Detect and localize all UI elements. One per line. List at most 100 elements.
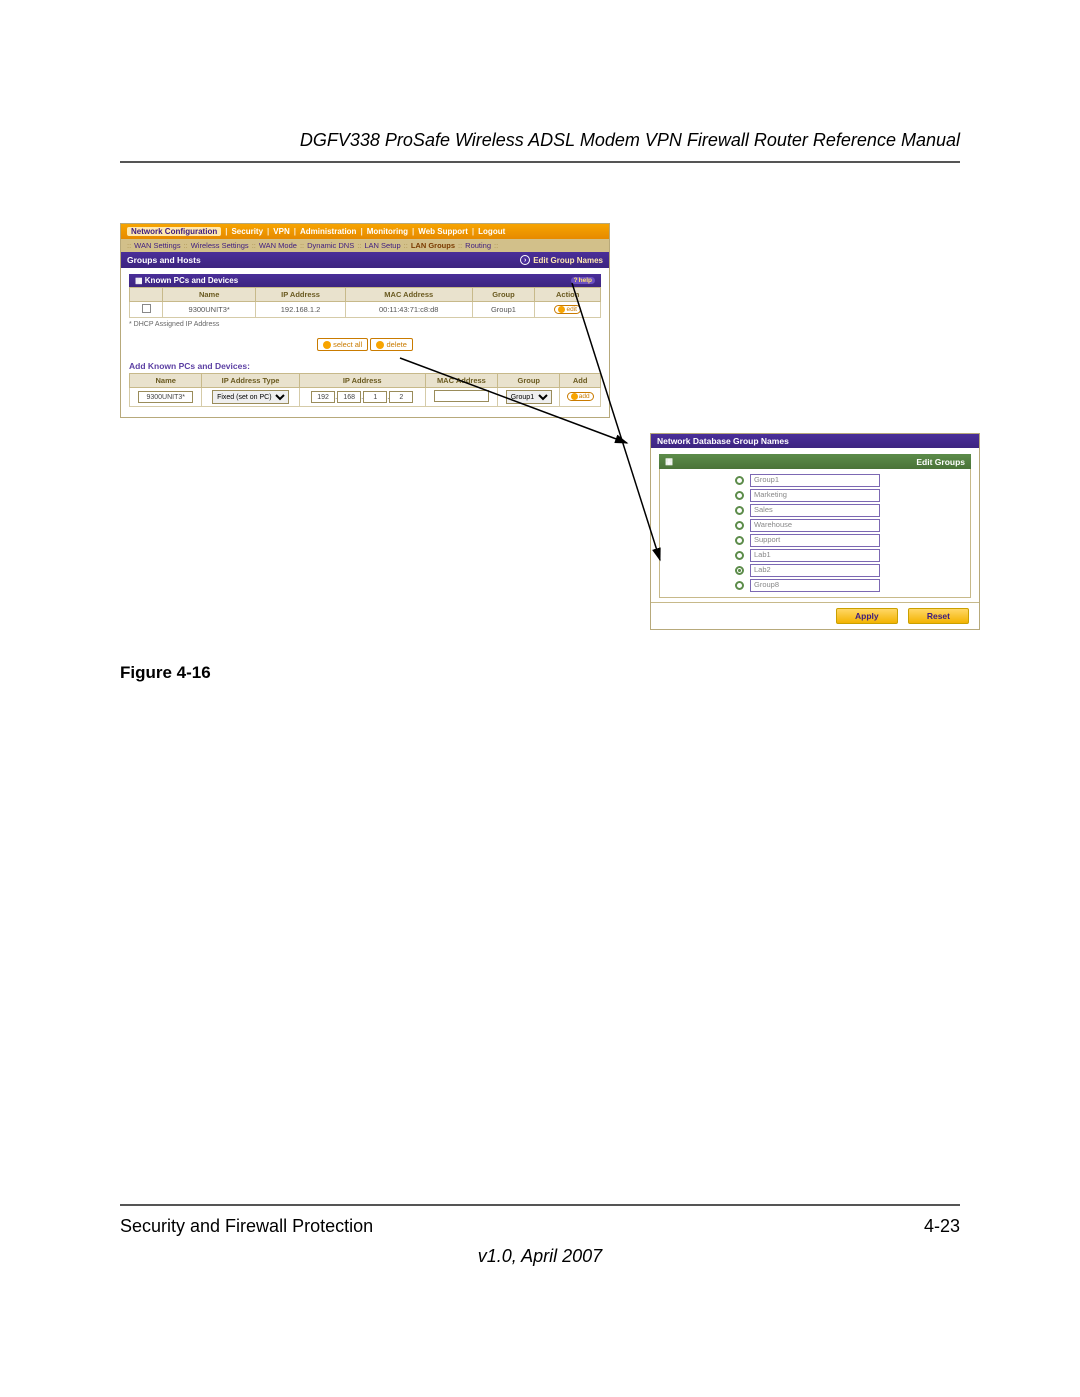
ip-octet-input[interactable]: 168 [337, 391, 361, 403]
column-header: MAC Address [345, 288, 472, 302]
help-button[interactable]: ? help [571, 277, 595, 284]
add-known-table: NameIP Address TypeIP AddressMAC Address… [129, 373, 601, 407]
screenshot-groups-hosts: Network Configuration | Security | VPN | Admin… [120, 223, 610, 418]
group-name-input[interactable]: Warehouse [750, 519, 880, 532]
nav-sub-item: :: [300, 241, 304, 250]
name-input[interactable]: 9300UNIT3* [138, 391, 193, 403]
doc-footer: Security and Firewall Protection 4-23 [120, 1204, 960, 1237]
group-names-title: Network Database Group Names [651, 434, 979, 448]
nav-top-item[interactable]: Security [231, 227, 263, 236]
nav-sub-item[interactable]: LAN Setup [364, 241, 400, 250]
ip-octet-input[interactable]: 2 [389, 391, 413, 403]
nav-sub-item[interactable]: WAN Mode [259, 241, 297, 250]
table-row: 9300UNIT3* Fixed (set on PC) 192.168.1.2… [130, 388, 601, 407]
nav-top-item[interactable]: Web Support [418, 227, 468, 236]
known-pcs-panel-header: ▦ Known PCs and Devices ? help [129, 274, 601, 287]
nav-top-item: | [225, 227, 227, 236]
table-row: 9300UNIT3* 192.168.1.2 00:11:43:71:c8:d8… [130, 302, 601, 318]
group-radio[interactable] [735, 536, 744, 545]
add-known-title: Add Known PCs and Devices: [129, 361, 601, 371]
dhcp-note: * DHCP Assigned IP Address [129, 321, 601, 328]
column-header: Action [535, 288, 601, 302]
group-radio[interactable] [735, 551, 744, 560]
nav-sub-item: :: [494, 241, 498, 250]
doc-header: DGFV338 ProSafe Wireless ADSL Modem VPN … [120, 130, 960, 163]
group-row: Lab2 [660, 563, 970, 578]
group-radio[interactable] [735, 581, 744, 590]
group-select[interactable]: Group1 [506, 390, 552, 404]
figure-area: Network Configuration | Security | VPN | Admin… [120, 223, 960, 643]
group-row: Lab1 [660, 548, 970, 563]
apply-button[interactable]: Apply [836, 608, 898, 624]
nav-sub: ::WAN Settings::Wireless Settings::WAN M… [121, 239, 609, 252]
group-radio[interactable] [735, 491, 744, 500]
nav-sub-item[interactable]: Wireless Settings [191, 241, 249, 250]
nav-top-item[interactable]: Logout [478, 227, 505, 236]
select-all-button[interactable]: select all [317, 338, 368, 351]
column-header: Group [472, 288, 535, 302]
mac-input[interactable] [434, 390, 489, 402]
nav-sub-item: :: [127, 241, 131, 250]
edit-button[interactable]: edit [554, 305, 580, 314]
delete-button[interactable]: delete [370, 338, 412, 351]
nav-top-item: | [472, 227, 474, 236]
nav-top-item: | [294, 227, 296, 236]
edit-groups-header: ▦ Edit Groups [659, 454, 971, 469]
column-header: IP Address Type [202, 374, 299, 388]
nav-sub-item: :: [458, 241, 462, 250]
nav-sub-item: :: [404, 241, 408, 250]
nav-sub-item[interactable]: Dynamic DNS [307, 241, 354, 250]
column-header: IP Address [299, 374, 425, 388]
ip-type-select[interactable]: Fixed (set on PC) [212, 390, 289, 404]
nav-top-item[interactable]: VPN [273, 227, 289, 236]
group-row: Group1 [660, 473, 970, 488]
column-header: Group [498, 374, 560, 388]
nav-top-item: | [360, 227, 362, 236]
group-name-input[interactable]: Support [750, 534, 880, 547]
edit-group-names-link[interactable]: › Edit Group Names [520, 255, 603, 265]
nav-top-item[interactable]: Administration [300, 227, 356, 236]
group-name-input[interactable]: Group8 [750, 579, 880, 592]
column-header: MAC Address [425, 374, 497, 388]
group-row: Marketing [660, 488, 970, 503]
known-pcs-table: NameIP AddressMAC AddressGroupAction 930… [129, 287, 601, 318]
group-name-input[interactable]: Marketing [750, 489, 880, 502]
figure-caption: Figure 4-16 [120, 663, 960, 683]
page-title: Groups and Hosts [127, 255, 201, 265]
nav-top-item: | [412, 227, 414, 236]
doc-version: v1.0, April 2007 [0, 1246, 1080, 1267]
group-radio[interactable] [735, 566, 744, 575]
group-name-input[interactable]: Sales [750, 504, 880, 517]
group-row: Group8 [660, 578, 970, 593]
group-radio[interactable] [735, 521, 744, 530]
nav-sub-item: :: [357, 241, 361, 250]
column-header: Name [163, 288, 256, 302]
arrow-icon: › [520, 255, 530, 265]
ip-octet-input[interactable]: 192 [311, 391, 335, 403]
group-row: Warehouse [660, 518, 970, 533]
group-radio[interactable] [735, 476, 744, 485]
group-name-input[interactable]: Group1 [750, 474, 880, 487]
group-name-input[interactable]: Lab2 [750, 564, 880, 577]
nav-sub-item[interactable]: LAN Groups [411, 241, 455, 250]
group-row: Support [660, 533, 970, 548]
nav-top-item: | [267, 227, 269, 236]
page-number: 4-23 [924, 1216, 960, 1237]
nav-sub-item[interactable]: WAN Settings [134, 241, 180, 250]
nav-top: Network Configuration | Security | VPN | Admin… [121, 224, 609, 239]
group-name-input[interactable]: Lab1 [750, 549, 880, 562]
group-radio[interactable] [735, 506, 744, 515]
row-checkbox[interactable] [142, 304, 151, 313]
ip-octet-input[interactable]: 1 [363, 391, 387, 403]
reset-button[interactable]: Reset [908, 608, 969, 624]
column-header: Add [560, 374, 601, 388]
nav-top-item[interactable]: Network Configuration [127, 227, 221, 236]
column-header: Name [130, 374, 202, 388]
screenshot-group-names: Network Database Group Names ▦ Edit Grou… [650, 433, 980, 630]
footer-section: Security and Firewall Protection [120, 1216, 373, 1237]
add-button[interactable]: add [567, 392, 594, 401]
nav-sub-item: :: [184, 241, 188, 250]
nav-sub-item[interactable]: Routing [465, 241, 491, 250]
nav-top-item[interactable]: Monitoring [367, 227, 408, 236]
nav-sub-item: :: [252, 241, 256, 250]
